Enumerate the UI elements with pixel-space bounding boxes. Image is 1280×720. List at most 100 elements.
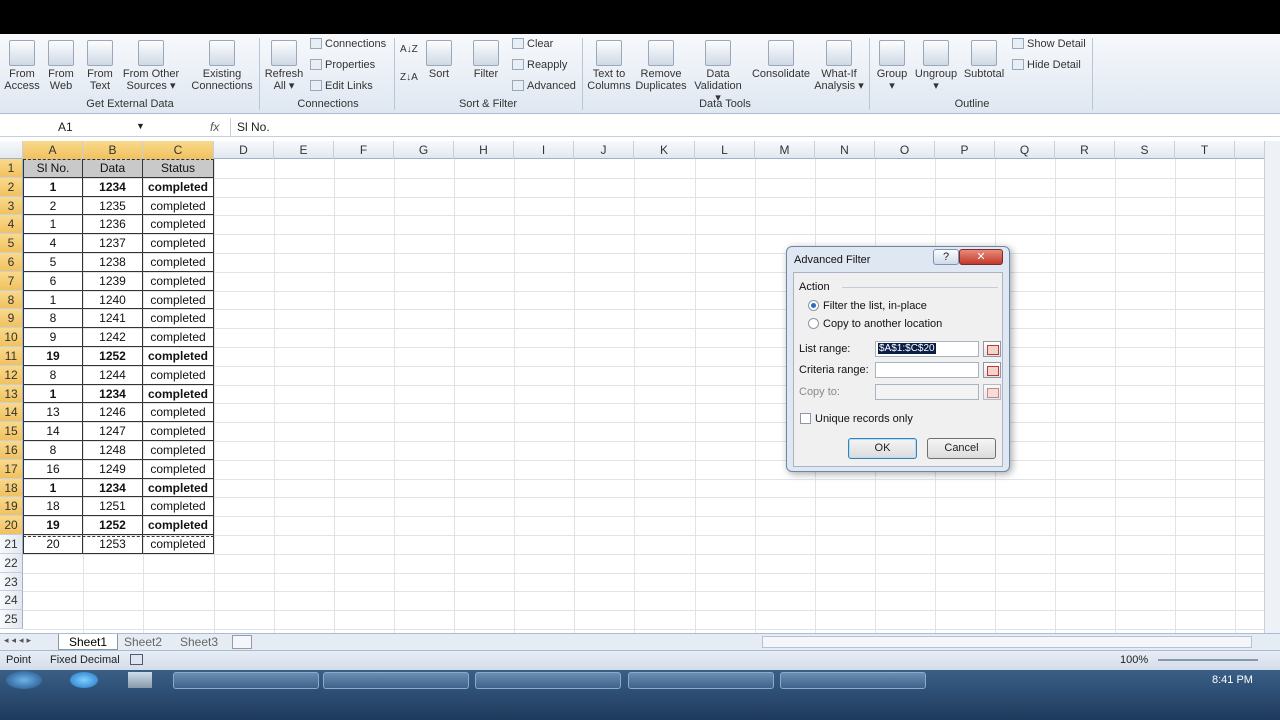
cell-c10[interactable]: completed bbox=[143, 328, 214, 347]
column-header-f[interactable]: F bbox=[334, 141, 394, 159]
column-header-s[interactable]: S bbox=[1115, 141, 1175, 159]
cell-a4[interactable]: 1 bbox=[23, 215, 83, 235]
cell-c4[interactable]: completed bbox=[143, 215, 214, 235]
existing-connections-button[interactable]: Existing Connections bbox=[188, 40, 256, 92]
zoom-slider[interactable] bbox=[1158, 659, 1258, 661]
cell-a11[interactable]: 19 bbox=[23, 347, 83, 366]
row-header-6[interactable]: 6 bbox=[0, 253, 23, 272]
cell-c8[interactable]: completed bbox=[143, 290, 214, 310]
select-all-corner[interactable] bbox=[0, 141, 23, 159]
column-header-k[interactable]: K bbox=[634, 141, 695, 159]
connections-button[interactable]: Connections bbox=[310, 38, 386, 50]
tab-sheet3[interactable]: Sheet3 bbox=[170, 634, 228, 650]
row-header-7[interactable]: 7 bbox=[0, 271, 23, 291]
from-other-sources-button[interactable]: From Other Sources ▾ bbox=[120, 40, 182, 92]
cell-b12[interactable]: 1244 bbox=[83, 365, 143, 385]
hide-detail-button[interactable]: Hide Detail bbox=[1012, 59, 1081, 71]
cell-c20[interactable]: completed bbox=[143, 516, 214, 535]
cell-c3[interactable]: completed bbox=[143, 196, 214, 216]
edit-links-button[interactable]: Edit Links bbox=[310, 80, 373, 92]
row-header-13[interactable]: 13 bbox=[0, 384, 23, 404]
close-icon[interactable]: ✕ bbox=[959, 249, 1003, 265]
ok-button[interactable]: OK bbox=[848, 438, 917, 459]
taskbar-item-folder[interactable] bbox=[323, 672, 469, 689]
insert-sheet-icon[interactable] bbox=[232, 635, 252, 649]
cell-a2[interactable]: 1 bbox=[23, 177, 83, 197]
properties-button[interactable]: Properties bbox=[310, 59, 375, 71]
column-header-d[interactable]: D bbox=[214, 141, 274, 159]
cell-c9[interactable]: completed bbox=[143, 309, 214, 329]
taskbar-item-chrome[interactable] bbox=[173, 672, 319, 689]
cell-c7[interactable]: completed bbox=[143, 271, 214, 291]
zoom-level[interactable]: 100% bbox=[1120, 654, 1148, 666]
insert-function-icon[interactable]: fx bbox=[210, 118, 219, 136]
row-header-9[interactable]: 9 bbox=[0, 309, 23, 329]
show-detail-button[interactable]: Show Detail bbox=[1012, 38, 1086, 50]
cell-a16[interactable]: 8 bbox=[23, 441, 83, 460]
row-header-10[interactable]: 10 bbox=[0, 328, 23, 347]
cell-b14[interactable]: 1246 bbox=[83, 403, 143, 423]
from-access-button[interactable]: From Access bbox=[4, 40, 40, 92]
cell-a1[interactable]: Sl No. bbox=[23, 159, 83, 178]
cell-a6[interactable]: 5 bbox=[23, 253, 83, 272]
from-text-button[interactable]: From Text bbox=[82, 40, 118, 92]
column-header-l[interactable]: L bbox=[695, 141, 755, 159]
help-icon[interactable]: ? bbox=[933, 249, 959, 265]
sort-descending-button[interactable]: Z↓A bbox=[400, 72, 418, 83]
cell-a13[interactable]: 1 bbox=[23, 384, 83, 404]
column-header-g[interactable]: G bbox=[394, 141, 454, 159]
row-header-4[interactable]: 4 bbox=[0, 215, 23, 235]
cancel-button[interactable]: Cancel bbox=[927, 438, 996, 459]
criteria-range-collapse-icon[interactable] bbox=[983, 362, 1001, 378]
name-box-dropdown-icon[interactable]: ▼ bbox=[136, 121, 145, 131]
cell-b3[interactable]: 1235 bbox=[83, 196, 143, 216]
consolidate-button[interactable]: Consolidate bbox=[750, 40, 812, 80]
cell-c15[interactable]: completed bbox=[143, 422, 214, 441]
sort-button[interactable]: Sort bbox=[424, 40, 454, 80]
column-header-q[interactable]: Q bbox=[995, 141, 1055, 159]
taskbar-item-excel[interactable] bbox=[780, 672, 926, 689]
cell-c21[interactable]: completed bbox=[143, 535, 214, 554]
cell-c1[interactable]: Status bbox=[143, 159, 214, 178]
cell-a10[interactable]: 9 bbox=[23, 328, 83, 347]
cell-a20[interactable]: 19 bbox=[23, 516, 83, 535]
horizontal-scrollbar[interactable] bbox=[762, 636, 1252, 648]
cell-a8[interactable]: 1 bbox=[23, 290, 83, 310]
row-header-17[interactable]: 17 bbox=[0, 459, 23, 479]
cell-c2[interactable]: completed bbox=[143, 177, 214, 197]
explorer-icon[interactable] bbox=[128, 672, 152, 688]
cell-b10[interactable]: 1242 bbox=[83, 328, 143, 347]
cell-c5[interactable]: completed bbox=[143, 234, 214, 253]
cell-a21[interactable]: 20 bbox=[23, 535, 83, 554]
cell-b1[interactable]: Data bbox=[83, 159, 143, 178]
cell-a5[interactable]: 4 bbox=[23, 234, 83, 253]
row-header-8[interactable]: 8 bbox=[0, 290, 23, 310]
cell-c6[interactable]: completed bbox=[143, 253, 214, 272]
cell-c13[interactable]: completed bbox=[143, 384, 214, 404]
row-header-3[interactable]: 3 bbox=[0, 196, 23, 216]
column-header-e[interactable]: E bbox=[274, 141, 334, 159]
column-header-p[interactable]: P bbox=[935, 141, 995, 159]
row-header-16[interactable]: 16 bbox=[0, 441, 23, 460]
cell-a12[interactable]: 8 bbox=[23, 365, 83, 385]
sheet-nav-arrows-icon[interactable]: ◂◂◂▸ bbox=[4, 635, 34, 646]
cell-b5[interactable]: 1237 bbox=[83, 234, 143, 253]
from-web-button[interactable]: From Web bbox=[44, 40, 78, 92]
cell-b6[interactable]: 1238 bbox=[83, 253, 143, 272]
vertical-scrollbar[interactable] bbox=[1264, 141, 1280, 633]
cell-b18[interactable]: 1234 bbox=[83, 478, 143, 498]
sort-ascending-button[interactable]: A↓Z bbox=[400, 44, 418, 55]
remove-duplicates-button[interactable]: Remove Duplicates bbox=[634, 40, 688, 92]
column-header-b[interactable]: B bbox=[83, 141, 143, 159]
cell-a17[interactable]: 16 bbox=[23, 459, 83, 479]
cell-b21[interactable]: 1253 bbox=[83, 535, 143, 554]
cell-c12[interactable]: completed bbox=[143, 365, 214, 385]
cell-b15[interactable]: 1247 bbox=[83, 422, 143, 441]
taskbar-item-hypercam[interactable] bbox=[628, 672, 774, 689]
worksheet-grid[interactable]: ABCDEFGHIJKLMNOPQRST 1 2 3 4 5 6 7 8 9 10 11 12 13 14… bbox=[0, 141, 1264, 633]
row-header-14[interactable]: 14 bbox=[0, 403, 23, 423]
cell-b8[interactable]: 1240 bbox=[83, 290, 143, 310]
list-range-input[interactable]: $A$1:$C$20 bbox=[875, 341, 979, 357]
row-header-19[interactable]: 19 bbox=[0, 497, 23, 517]
row-header-5[interactable]: 5 bbox=[0, 234, 23, 253]
